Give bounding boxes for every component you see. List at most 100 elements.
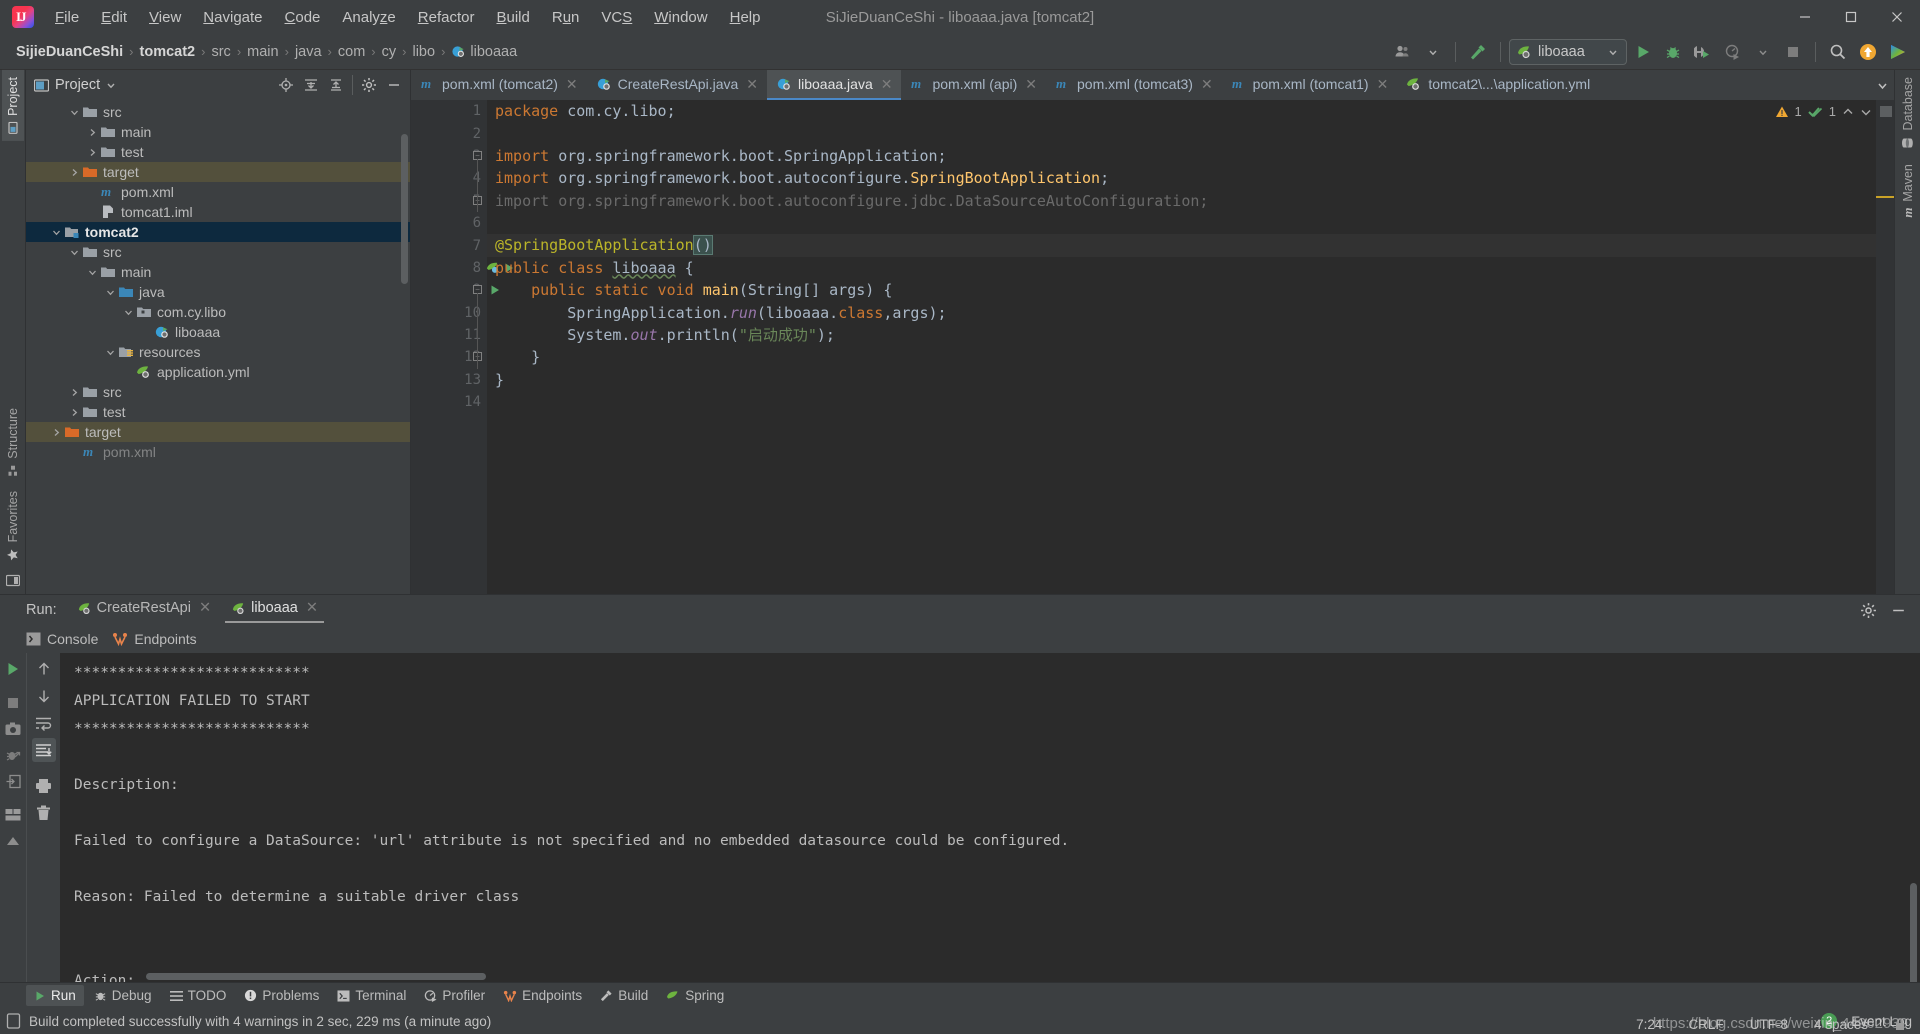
code-line-6[interactable]: [487, 212, 1894, 234]
tree-node-target[interactable]: target: [26, 422, 410, 442]
sidebar-item-favorites[interactable]: Favorites: [2, 484, 24, 568]
code-line-8[interactable]: public class liboaaa {: [487, 257, 1894, 279]
search-icon[interactable]: [1824, 39, 1852, 65]
lock-icon[interactable]: [1894, 1017, 1906, 1032]
tree-node-java[interactable]: java: [26, 282, 410, 302]
maximize-button[interactable]: [1828, 0, 1874, 34]
gutter-line-13[interactable]: 13: [411, 369, 487, 391]
update-project-button[interactable]: [1854, 39, 1882, 65]
layout-icon[interactable]: [1, 803, 25, 827]
sidebar-item-project[interactable]: Project: [1, 70, 24, 141]
settings-gear-icon[interactable]: [1856, 599, 1880, 621]
close-icon[interactable]: ✕: [1377, 76, 1389, 93]
caret-position[interactable]: 7:24: [1636, 1017, 1662, 1032]
menu-code[interactable]: Code: [274, 5, 332, 30]
breadcrumb-item-cy[interactable]: cy: [378, 42, 401, 62]
editor-tab-liboaaa-java[interactable]: liboaaa.java ✕: [767, 70, 902, 100]
tree-scrollbar[interactable]: [401, 134, 408, 284]
editor-tab-pom-xml--api-[interactable]: m pom.xml (api) ✕: [901, 70, 1046, 100]
sidebar-item-structure[interactable]: Structure: [2, 401, 24, 484]
chevron-down-icon[interactable]: [68, 246, 81, 259]
hide-panel-icon[interactable]: [382, 74, 406, 96]
export-icon[interactable]: [1, 769, 25, 793]
right-tool-strip[interactable]: Database m Maven: [1894, 70, 1920, 594]
up-icon[interactable]: [1, 829, 25, 853]
gutter-line-8[interactable]: 8: [411, 257, 513, 279]
menu-edit[interactable]: Edit: [90, 5, 138, 30]
tree-node-resources[interactable]: resources: [26, 342, 410, 362]
menu-view[interactable]: View: [138, 5, 192, 30]
menu-build[interactable]: Build: [485, 5, 540, 30]
subtab-endpoints[interactable]: Endpoints: [112, 631, 197, 647]
bottom-tab-spring[interactable]: Spring: [658, 985, 732, 1006]
chevron-right-icon[interactable]: [68, 386, 81, 399]
indent-size[interactable]: 4 spaces: [1814, 1017, 1868, 1032]
code-line-9[interactable]: public static void main(String[] args) {: [487, 279, 1894, 301]
chevron-right-icon[interactable]: [68, 406, 81, 419]
code-line-5[interactable]: import org.springframework.boot.autoconf…: [487, 190, 1894, 212]
debug-button[interactable]: [1659, 39, 1687, 65]
run-tab-liboaaa[interactable]: liboaaa ✕: [225, 597, 325, 623]
code-line-1[interactable]: package com.cy.libo;: [487, 100, 1894, 122]
code-line-13[interactable]: }: [487, 369, 1894, 391]
file-encoding[interactable]: UTF-8: [1750, 1017, 1788, 1032]
scroll-up-icon[interactable]: [32, 657, 56, 681]
chevron-down-icon[interactable]: [104, 286, 117, 299]
menu-run[interactable]: Run: [541, 5, 591, 30]
code-line-4[interactable]: import org.springframework.boot.autoconf…: [487, 167, 1894, 189]
code-line-2[interactable]: [487, 122, 1894, 144]
locate-file-icon[interactable]: [274, 74, 298, 96]
bottom-tool-bar[interactable]: Run Debug TODO Problems Terminal Profiler Endp…: [0, 982, 1920, 1008]
gutter-line-1[interactable]: 1: [411, 100, 487, 122]
code-line-7[interactable]: @SpringBootApplication(): [487, 234, 1894, 257]
tree-node-main[interactable]: main: [26, 122, 410, 142]
run-window-subtabs[interactable]: Console Endpoints: [0, 625, 1920, 653]
chevron-right-icon[interactable]: [86, 146, 99, 159]
expand-all-icon[interactable]: [299, 74, 323, 96]
console-output[interactable]: *************************** APPLICATION F…: [60, 653, 1920, 982]
editor-inspection-status[interactable]: 1 1: [1775, 104, 1872, 119]
tree-node-tomcat2[interactable]: tomcat2: [26, 222, 410, 242]
project-panel-actions[interactable]: [274, 74, 406, 96]
tree-node-tomcat1-iml[interactable]: tomcat1.iml: [26, 202, 410, 222]
close-button[interactable]: [1874, 0, 1920, 34]
editor-tab-pom-xml--tomcat1-[interactable]: m pom.xml (tomcat1) ✕: [1222, 70, 1398, 100]
bottom-tab-debug[interactable]: Debug: [86, 985, 160, 1006]
trash-icon[interactable]: [32, 801, 56, 825]
chevron-right-icon[interactable]: [50, 426, 63, 439]
close-icon[interactable]: ✕: [746, 76, 758, 93]
run-coverage-button[interactable]: [1689, 39, 1717, 65]
breadcrumb-item-src[interactable]: src: [207, 42, 234, 62]
breadcrumb[interactable]: SijieDuanCeShi › tomcat2 › src › main › …: [12, 42, 521, 62]
tree-node-pom-xml[interactable]: m pom.xml: [26, 442, 410, 462]
gutter-line-2[interactable]: 2: [411, 122, 487, 144]
prev-problem-icon[interactable]: [1842, 106, 1854, 118]
bottom-tab-endpoints[interactable]: Endpoints: [495, 985, 590, 1006]
breadcrumb-item-com[interactable]: com: [334, 42, 369, 62]
left-tool-strip[interactable]: Project Structure Favorites: [0, 70, 26, 594]
main-toolbar[interactable]: liboaaa: [1389, 38, 1920, 65]
tree-node-main[interactable]: main: [26, 262, 410, 282]
ide-eye-icon[interactable]: [1884, 39, 1912, 65]
menu-refactor[interactable]: Refactor: [407, 5, 486, 30]
breadcrumb-item-libo[interactable]: libo: [408, 42, 439, 62]
run-tab-createrestapi[interactable]: CreateRestApi ✕: [71, 597, 217, 623]
run-left-actions[interactable]: [0, 653, 26, 982]
run-window-actions[interactable]: [1856, 599, 1920, 621]
print-icon[interactable]: [32, 774, 56, 798]
menu-analyze[interactable]: Analyze: [331, 5, 406, 30]
editor-tab-createrestapi-java[interactable]: CreateRestApi.java ✕: [587, 70, 767, 100]
tree-node-application-yml[interactable]: application.yml: [26, 362, 410, 382]
run-right-actions[interactable]: [26, 653, 60, 982]
sidebar-item-maven[interactable]: m Maven: [1896, 157, 1920, 225]
console-vertical-scrollbar[interactable]: [1910, 883, 1917, 982]
run-configuration-selector[interactable]: liboaaa: [1509, 38, 1627, 65]
editor-status-indicators[interactable]: 7:24 CRLF UTF-8 4 spaces: [1636, 1017, 1906, 1032]
chevron-down-icon[interactable]: [1870, 70, 1894, 100]
chevron-down-icon[interactable]: [50, 226, 63, 239]
close-icon[interactable]: ✕: [1201, 76, 1213, 93]
editor-tab-pom-xml--tomcat3-[interactable]: m pom.xml (tomcat3) ✕: [1046, 70, 1222, 100]
breadcrumb-item-module[interactable]: tomcat2: [136, 42, 200, 62]
bottom-tab-build[interactable]: Build: [592, 985, 656, 1006]
close-icon[interactable]: ✕: [881, 76, 893, 93]
